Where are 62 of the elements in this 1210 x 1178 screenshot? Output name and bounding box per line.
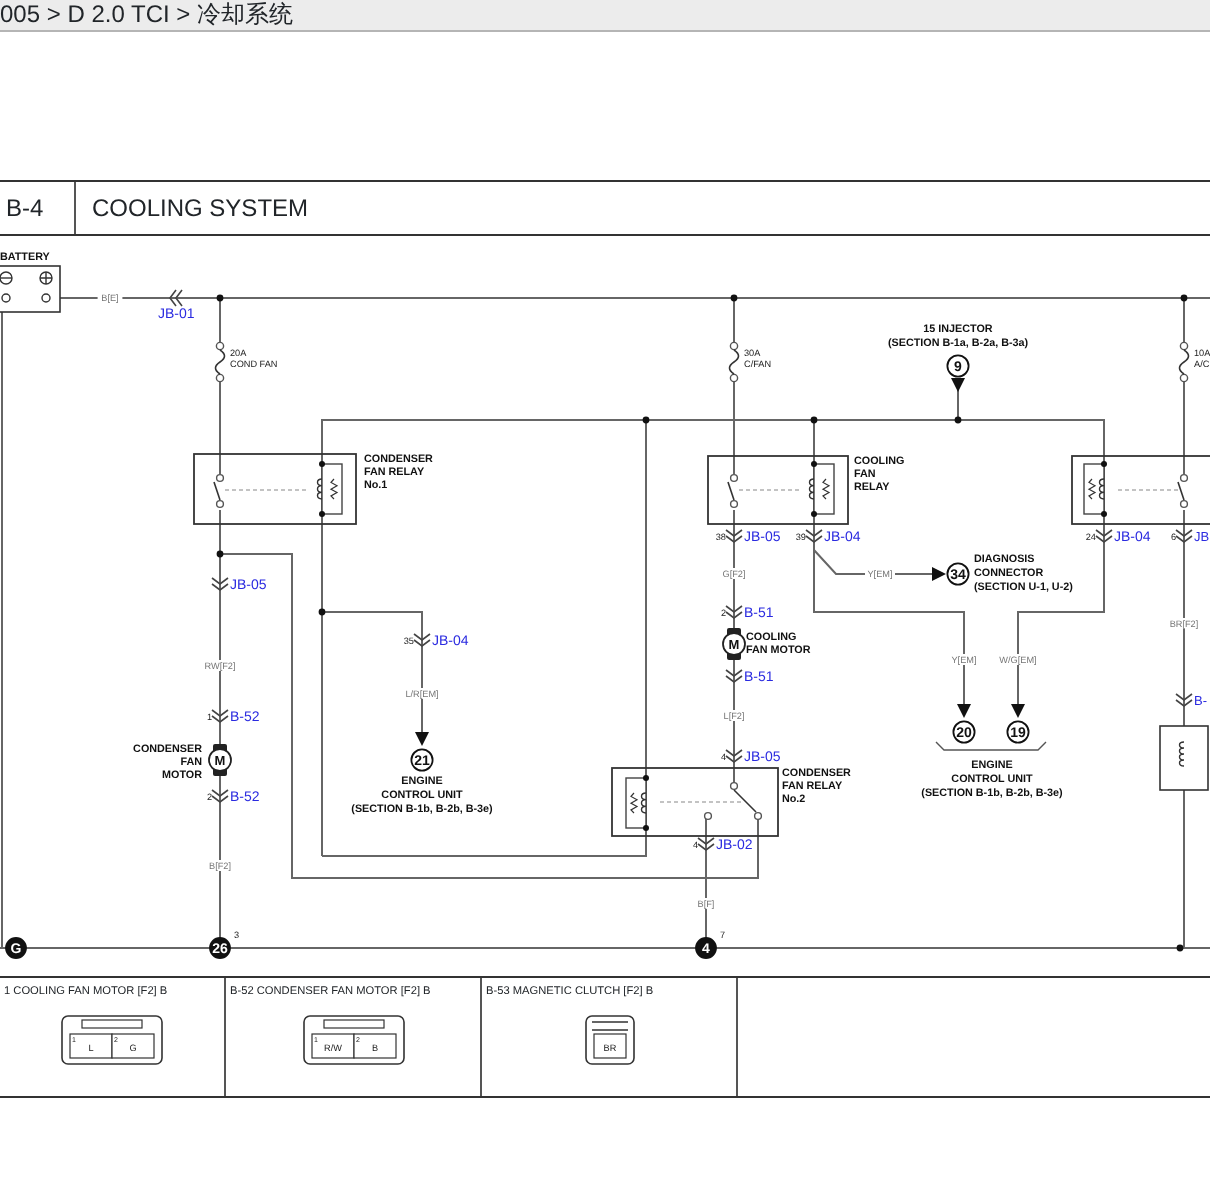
connector-icon: [413, 633, 431, 647]
relay-switch-icon: [213, 473, 225, 510]
relay-box: [1071, 455, 1210, 525]
connector-icon: [725, 669, 743, 683]
connector-drawing: [302, 1016, 404, 1066]
junction-dot: [954, 416, 962, 424]
junction-dot: [216, 294, 224, 302]
junction-dot: [810, 416, 818, 424]
diagram-code: B-4: [0, 182, 76, 234]
connector-icon: [169, 289, 183, 307]
reference-circle: [946, 354, 970, 378]
junction-dot: [642, 416, 650, 424]
relay-switch-icon: [727, 473, 739, 510]
relay-coil-icon: [625, 775, 649, 831]
connector-icon: [1095, 529, 1113, 543]
arrow-icon: [1011, 704, 1025, 718]
dashed-link-line: [659, 801, 745, 803]
connector-icon: [725, 529, 743, 543]
connector-icon: [211, 709, 229, 723]
arrow-icon: [957, 704, 971, 718]
junction-dot: [1176, 944, 1184, 952]
motor-icon: [208, 744, 232, 776]
ground-node-icon: [5, 937, 27, 959]
dashed-link-line: [1117, 489, 1181, 491]
connector-drawing: [61, 1016, 163, 1066]
connector-icon: [211, 577, 229, 591]
fuse-icon: [728, 341, 740, 383]
relay-switch-icon: [1177, 473, 1189, 510]
connector-icon: [1175, 693, 1193, 707]
connector-icon: [211, 789, 229, 803]
fuse-icon: [1178, 341, 1190, 383]
connector-icon: [725, 605, 743, 619]
reference-circle: [952, 720, 976, 744]
fuse-icon: [214, 341, 226, 383]
connector-icon: [1175, 529, 1193, 543]
relay-coil-icon: [316, 461, 343, 517]
relay-switch-icon: [703, 781, 763, 821]
reference-circle: [1006, 720, 1030, 744]
connector-icon: [697, 837, 715, 851]
arrow-icon: [415, 732, 429, 746]
bracket-line: [935, 741, 1047, 751]
diagram-title: COOLING SYSTEM: [90, 192, 309, 226]
breadcrumb: 005 > D 2.0 TCI > 冷却系统: [0, 0, 1210, 32]
ground-node-icon: [695, 937, 717, 959]
connector-icon: [725, 749, 743, 763]
junction-dot: [216, 550, 224, 558]
reference-circle: [946, 562, 970, 586]
motor-icon: [722, 628, 746, 660]
junction-dot: [1180, 294, 1188, 302]
relay-box: [707, 455, 849, 525]
ground-node-icon: [209, 937, 231, 959]
relay-coil-icon: [1083, 461, 1107, 517]
junction-dot: [730, 294, 738, 302]
arrow-icon: [932, 567, 946, 581]
reference-circle: [410, 748, 434, 772]
connector-drawing: [584, 1016, 634, 1066]
clutch-coil-icon: [1159, 725, 1209, 791]
battery-drawing: [0, 265, 61, 313]
relay-coil-icon: [808, 461, 835, 517]
junction-dot: [318, 608, 326, 616]
arrow-icon: [951, 378, 965, 392]
connector-icon: [805, 529, 823, 543]
